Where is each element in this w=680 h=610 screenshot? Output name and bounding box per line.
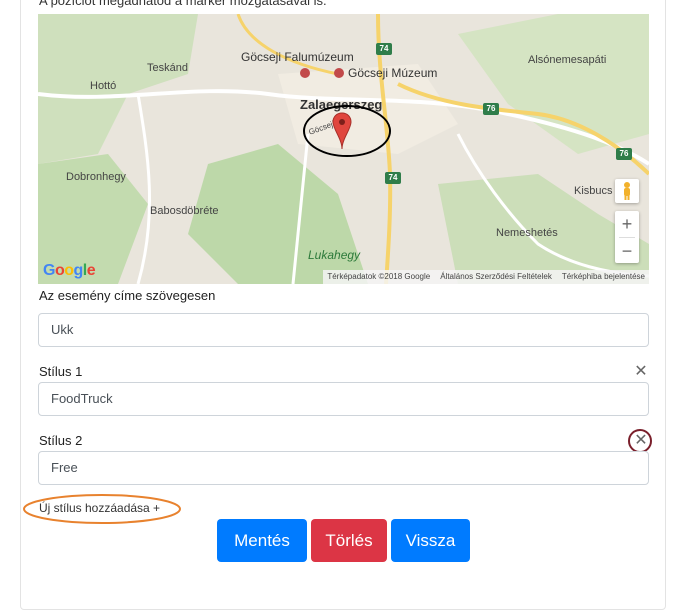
road-number-shield: 74	[376, 43, 392, 55]
google-logo: Google	[43, 262, 96, 280]
road-number-shield: 76	[616, 148, 632, 160]
event-title-label: Az esemény címe szövegesen	[39, 288, 216, 303]
map-attribution: Térképadatok ©2018 Google Általános Szer…	[323, 270, 649, 284]
road-number-shield: 74	[385, 172, 401, 184]
label-teskand: Teskánd	[147, 62, 188, 74]
remove-style1-icon[interactable]: ✕	[633, 364, 649, 380]
zoom-control: + −	[615, 211, 639, 263]
label-dobronhegy: Dobronhegy	[66, 171, 126, 183]
pegman-icon	[624, 182, 630, 200]
map-view[interactable]: Göcseji Falumúzeum Göcseji Múzeum Zalaeg…	[38, 14, 649, 284]
style1-input[interactable]: FoodTruck	[38, 382, 649, 416]
google-letter: e	[86, 262, 96, 279]
zoom-in-button[interactable]: +	[615, 211, 639, 237]
style2-input[interactable]: Free	[38, 451, 649, 485]
street-view-pegman-icon[interactable]	[615, 179, 639, 203]
google-letter: o	[64, 262, 74, 279]
museum-icon	[334, 68, 344, 78]
style1-label: Stílus 1	[39, 364, 83, 379]
museum-icon	[300, 68, 310, 78]
style2-label: Stílus 2	[39, 433, 83, 448]
back-button[interactable]: Vissza	[391, 519, 470, 562]
google-letter: G	[43, 262, 55, 279]
delete-button[interactable]: Törlés	[311, 519, 387, 562]
marker-annotation-circle	[303, 105, 391, 157]
label-hotto: Hottó	[90, 80, 117, 92]
label-babosdobrete: Babosdöbréte	[150, 205, 219, 217]
label-nemeshetes: Nemeshetés	[496, 227, 558, 239]
label-gocseji-muzeum: Göcseji Múzeum	[348, 66, 438, 80]
label-gocseji-falumuzeum: Göcseji Falumúzeum	[241, 50, 354, 64]
report-error-link[interactable]: Térképhiba bejelentése	[562, 270, 645, 284]
map-data-credit: Térképadatok ©2018 Google	[327, 272, 431, 281]
save-button[interactable]: Mentés	[217, 519, 307, 562]
label-kisbucs: Kisbucs	[574, 185, 613, 197]
event-title-input[interactable]: Ukk	[38, 313, 649, 347]
terms-link[interactable]: Általános Szerződési Feltételek	[440, 270, 552, 284]
add-style-annotation-ellipse	[23, 494, 181, 524]
google-letter: g	[73, 262, 84, 279]
map-hint-text: A pozíciót megadhatod a marker mozgatásá…	[39, 0, 327, 8]
label-alsonemesapati: Alsónemesapáti	[528, 54, 607, 66]
road-number-shield: 76	[483, 103, 499, 115]
google-letter: o	[54, 262, 65, 279]
label-lukahegy: Lukahegy	[308, 248, 361, 262]
zoom-out-button[interactable]: −	[615, 238, 639, 264]
